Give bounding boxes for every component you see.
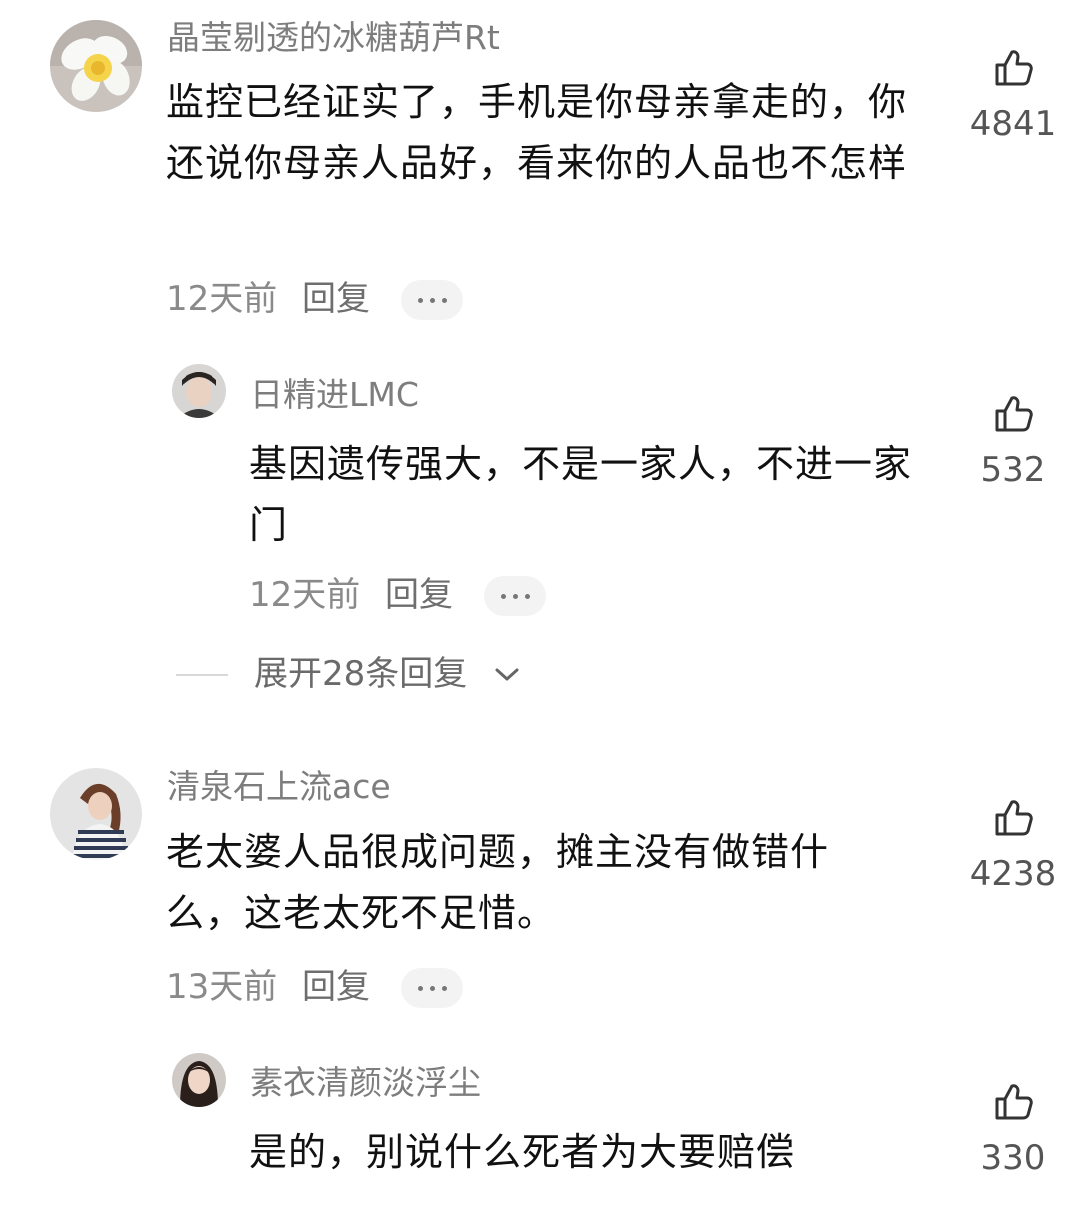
avatar[interactable] bbox=[172, 1053, 226, 1107]
avatar[interactable] bbox=[50, 768, 142, 860]
chevron-down-icon[interactable] bbox=[494, 667, 520, 683]
thumbs-up-icon[interactable] bbox=[992, 46, 1036, 90]
like-count: 330 bbox=[980, 1138, 1046, 1178]
more-options-button[interactable] bbox=[401, 280, 463, 320]
divider bbox=[176, 674, 228, 676]
more-options-button[interactable] bbox=[484, 576, 546, 616]
woman-portrait-icon bbox=[172, 1053, 226, 1107]
thumbs-up-icon[interactable] bbox=[992, 392, 1036, 436]
comment-time: 13天前 bbox=[166, 967, 278, 1007]
reply-text: 是的，别说什么死者为大要赔偿 bbox=[249, 1130, 796, 1174]
ellipsis-icon bbox=[500, 593, 506, 599]
plumeria-flower-icon bbox=[50, 20, 142, 112]
avatar[interactable] bbox=[172, 364, 226, 418]
reply-username[interactable]: 素衣清颜淡浮尘 bbox=[250, 1063, 481, 1103]
thumbs-up-icon[interactable] bbox=[992, 796, 1036, 840]
like-count: 532 bbox=[980, 450, 1046, 490]
reply-button[interactable]: 回复 bbox=[302, 967, 370, 1007]
reply-time: 12天前 bbox=[249, 575, 361, 615]
like-count: 4238 bbox=[969, 854, 1057, 894]
reply-button[interactable]: 回复 bbox=[385, 575, 453, 615]
comment-username[interactable]: 清泉石上流ace bbox=[167, 767, 391, 807]
avatar[interactable] bbox=[50, 20, 142, 112]
reply-username[interactable]: 日精进LMC bbox=[250, 375, 419, 415]
reply-text: 基因遗传强大，不是一家人，不进一家门 bbox=[249, 442, 913, 547]
comment-text: 老太婆人品很成问题，摊主没有做错什么，这老太死不足惜。 bbox=[166, 830, 830, 935]
comment-username[interactable]: 晶莹剔透的冰糖葫芦Rt bbox=[167, 18, 500, 58]
ellipsis-icon bbox=[417, 297, 423, 303]
person-portrait-icon bbox=[172, 364, 226, 418]
ellipsis-icon bbox=[417, 985, 423, 991]
more-options-button[interactable] bbox=[401, 968, 463, 1008]
comment-time: 12天前 bbox=[166, 279, 278, 319]
thumbs-up-icon[interactable] bbox=[992, 1080, 1036, 1124]
comment-text: 监控已经证实了，手机是你母亲拿走的，你还说你母亲人品好，看来你的人品也不怎样 bbox=[166, 80, 908, 185]
woman-striped-shirt-icon bbox=[50, 768, 142, 860]
like-count: 4841 bbox=[969, 104, 1057, 144]
expand-replies-label[interactable]: 展开28条回复 bbox=[254, 654, 467, 694]
reply-button[interactable]: 回复 bbox=[302, 279, 370, 319]
